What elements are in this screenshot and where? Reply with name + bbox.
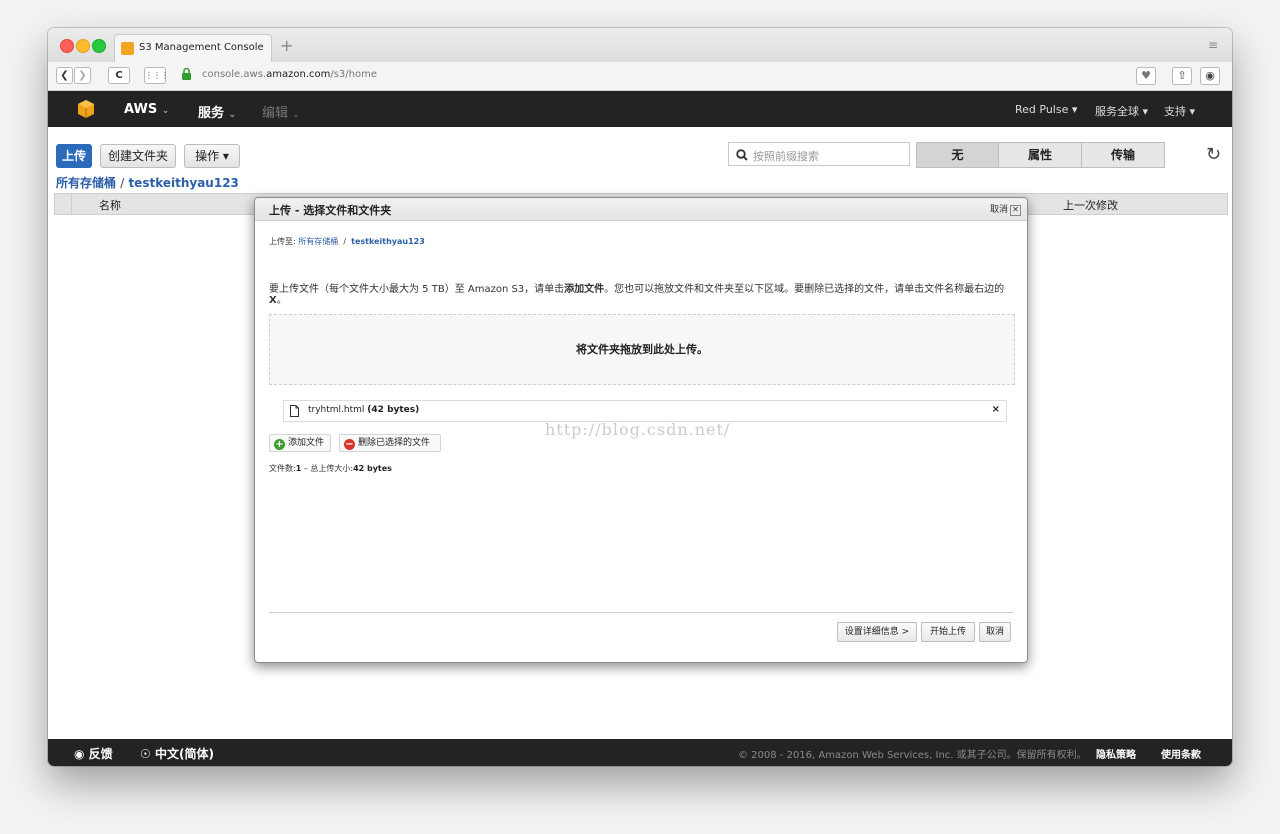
nav-support[interactable]: 支持 ▾ — [1164, 103, 1195, 119]
upload-destination: 上传至: 所有存储桶 / testkeithyau123 — [269, 237, 425, 246]
browser-tab[interactable]: S3 Management Console — [114, 34, 272, 62]
destination-all-buckets-link[interactable]: 所有存储桶 — [298, 237, 338, 246]
language-selector[interactable]: ☉ 中文(简体) — [140, 745, 214, 762]
tab-bar: S3 Management Console + ≡ — [48, 28, 1232, 62]
column-modified-header[interactable]: 上一次修改 — [1063, 197, 1118, 213]
globe-icon: ☉ — [140, 747, 151, 761]
breadcrumb-all-buckets[interactable]: 所有存储桶 — [56, 176, 116, 190]
nav-aws[interactable]: AWS ⌄ — [124, 102, 169, 117]
drop-zone[interactable]: 将文件夹拖放到此处上传。 — [269, 314, 1015, 385]
profile-icon[interactable]: ◉ — [1200, 67, 1220, 85]
tab-overview-icon[interactable]: ≡ — [1208, 38, 1218, 52]
file-icon — [290, 405, 299, 417]
reload-button[interactable]: C — [108, 67, 130, 84]
nav-services[interactable]: 服务 ⌄ — [198, 102, 236, 121]
set-details-button[interactable]: 设置详细信息 > — [837, 622, 917, 642]
terms-link[interactable]: 使用条款 — [1161, 746, 1201, 761]
refresh-icon[interactable]: ↻ — [1206, 144, 1221, 165]
lock-icon — [182, 68, 191, 80]
nav-account[interactable]: Red Pulse ▾ — [1015, 103, 1077, 116]
aws-footer: ◉ 反馈 ☉ 中文(简体) © 2008 - 2016, Amazon Web … — [48, 739, 1232, 766]
upload-button[interactable]: 上传 — [56, 144, 92, 168]
remove-selected-button[interactable]: − 删除已选择的文件 — [339, 434, 441, 452]
add-icon: + — [274, 439, 285, 450]
destination-bucket-link[interactable]: testkeithyau123 — [351, 237, 425, 246]
prefix-search-input[interactable]: 按照前缀搜索 — [728, 142, 910, 166]
add-files-button[interactable]: + 添加文件 — [269, 434, 331, 452]
breadcrumb-separator: / — [120, 176, 125, 190]
breadcrumb: 所有存储桶 / testkeithyau123 — [56, 174, 239, 191]
upload-instructions: 要上传文件（每个文件大小最大为 5 TB）至 Amazon S3，请单击添加文件… — [269, 284, 1005, 306]
dialog-close-button[interactable]: 取消 ✕ — [990, 202, 1021, 216]
close-icon[interactable]: ✕ — [1010, 205, 1021, 216]
search-placeholder: 按照前缀搜索 — [753, 150, 819, 163]
forward-button[interactable]: ❯ — [74, 67, 91, 84]
search-icon — [736, 149, 748, 161]
feedback-link[interactable]: ◉ 反馈 — [74, 745, 113, 762]
watermark-text: http://blog.csdn.net/ — [545, 420, 731, 439]
dialog-title: 上传 - 选择文件和文件夹 — [269, 204, 392, 217]
address-bar[interactable]: console.aws.amazon.com/s3/home — [182, 66, 1168, 85]
start-upload-button[interactable]: 开始上传 — [921, 622, 975, 642]
column-divider — [71, 194, 72, 214]
remove-file-button[interactable]: × — [992, 404, 1000, 415]
remove-icon: − — [344, 439, 355, 450]
file-name: tryhtml.html (42 bytes) — [308, 405, 420, 415]
upload-summary: 文件数:1 – 总上传大小:42 bytes — [269, 464, 392, 473]
cancel-button[interactable]: 取消 — [979, 622, 1011, 642]
dialog-header: 上传 - 选择文件和文件夹 取消 ✕ — [255, 198, 1027, 221]
tab-properties[interactable]: 属性 — [998, 142, 1082, 168]
close-window-button[interactable] — [60, 39, 74, 53]
url-text: console.aws.amazon.com/s3/home — [202, 69, 378, 80]
browser-window: S3 Management Console + ≡ ❮ ❯ C ⋮⋮⋮ cons… — [48, 28, 1232, 766]
privacy-link[interactable]: 隐私策略 — [1096, 746, 1136, 761]
aws-top-nav: AWS ⌄ 服务 ⌄ 编辑 ⌄ Red Pulse ▾ 服务全球 ▾ 支持 ▾ — [48, 91, 1232, 127]
back-button[interactable]: ❮ — [56, 67, 73, 84]
minimize-window-button[interactable] — [76, 39, 90, 53]
aws-cube-icon[interactable] — [78, 100, 94, 118]
dialog-divider — [269, 612, 1013, 613]
breadcrumb-bucket[interactable]: testkeithyau123 — [128, 176, 238, 190]
create-folder-button[interactable]: 创建文件夹 — [100, 144, 176, 168]
copyright-text: © 2008 - 2016, Amazon Web Services, Inc.… — [738, 750, 1087, 761]
column-name-header[interactable]: 名称 — [99, 197, 121, 213]
new-tab-button[interactable]: + — [280, 36, 293, 55]
actions-dropdown[interactable]: 操作 ▾ — [184, 144, 240, 168]
address-toolbar: ❮ ❯ C ⋮⋮⋮ console.aws.amazon.com/s3/home… — [48, 62, 1232, 91]
tab-transfers[interactable]: 传输 — [1081, 142, 1165, 168]
zoom-window-button[interactable] — [92, 39, 106, 53]
aws-favicon-icon — [121, 42, 134, 55]
nav-region[interactable]: 服务全球 ▾ — [1095, 103, 1148, 119]
nav-edit[interactable]: 编辑 ⌄ — [262, 102, 300, 121]
tab-title: S3 Management Console — [139, 42, 264, 53]
tab-none[interactable]: 无 — [916, 142, 999, 168]
file-list-item: tryhtml.html (42 bytes) × — [283, 400, 1007, 422]
share-icon[interactable]: ⇧ — [1172, 67, 1192, 85]
heart-icon[interactable]: ♥ — [1136, 67, 1156, 85]
feedback-icon: ◉ — [74, 747, 85, 761]
apps-grid-icon[interactable]: ⋮⋮⋮ — [144, 67, 169, 84]
